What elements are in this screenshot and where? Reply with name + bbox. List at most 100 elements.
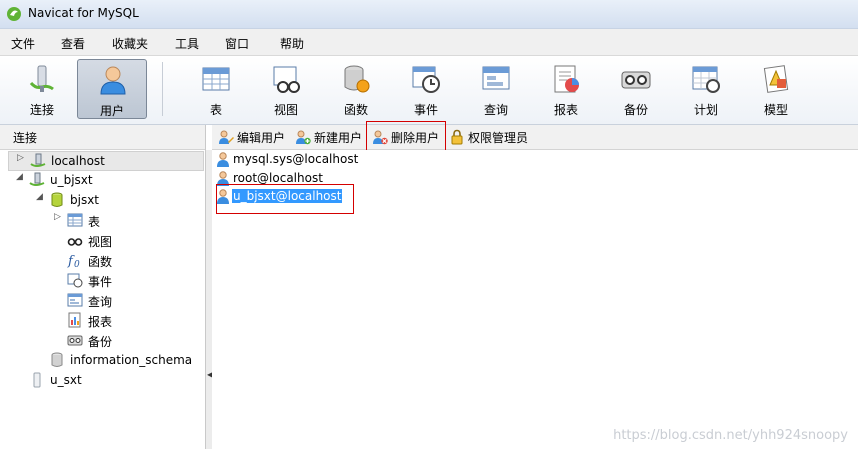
toolbar-label: 事件 (413, 103, 438, 117)
window-title: Navicat for MySQL (28, 6, 139, 20)
function-icon: f 0 (67, 254, 80, 268)
watermark: https://blog.csdn.net/yhh924snoopy (613, 428, 848, 443)
tree-item-label: 视图 (88, 235, 113, 249)
menu-view[interactable]: 查看 (61, 35, 85, 52)
user-icon (100, 66, 126, 95)
tree-item-label: 备份 (88, 335, 113, 349)
collapse-icon[interactable]: ◢ (36, 192, 43, 202)
tree-item-backups[interactable]: 备份 (46, 331, 204, 349)
menu-bar: 文件 查看 收藏夹 工具 窗口 帮助 (0, 29, 858, 56)
menu-file[interactable]: 文件 (11, 35, 35, 52)
backup-icon (67, 335, 83, 346)
toolbar-label: 函数 (343, 103, 368, 117)
toolbar-schedule-button[interactable]: 计划 (674, 59, 738, 119)
connection-open-icon (29, 172, 45, 186)
toolbar-event-button[interactable]: 事件 (394, 59, 458, 119)
tree-item-views[interactable]: 视图 (46, 231, 204, 249)
tree-item-label: localhost (51, 154, 105, 168)
report-icon (68, 312, 81, 328)
report-icon (554, 65, 579, 93)
user-name: mysql.sys@localhost (233, 152, 359, 166)
connection-icon (30, 153, 46, 167)
tree-item-label: bjsxt (70, 193, 100, 207)
tree-item-label: 表 (88, 215, 101, 229)
tree-item-events[interactable]: 事件 (46, 271, 204, 289)
tree-item-functions[interactable]: f 0 函数 (46, 251, 204, 269)
view-icon (67, 238, 83, 246)
table-icon (202, 67, 230, 91)
view-icon (273, 66, 300, 93)
tree-item-tables[interactable]: ▷ 表 (46, 211, 204, 229)
tree-item-queries[interactable]: 查询 (46, 291, 204, 309)
function-icon (344, 65, 370, 93)
toolbar-model-button[interactable]: 模型 (744, 59, 808, 119)
toolbar-separator (162, 62, 163, 116)
backup-icon (621, 71, 651, 89)
toolbar-label: 连接 (29, 103, 54, 117)
edit-user-label: 编辑用户 (237, 131, 286, 145)
menu-help[interactable]: 帮助 (280, 35, 304, 52)
tree-item-u-bjsxt[interactable]: ◢ u_bjsxt (8, 171, 204, 189)
tree-item-label: 事件 (88, 275, 113, 289)
tree-item-bjsxt[interactable]: ◢ bjsxt (28, 191, 204, 209)
toolbar-label: 表 (209, 103, 222, 117)
menu-tools[interactable]: 工具 (175, 35, 199, 52)
event-icon (412, 66, 440, 93)
database-open-icon (51, 192, 63, 207)
query-icon (67, 293, 83, 307)
toolbar-label: 备份 (623, 103, 648, 117)
expand-icon[interactable]: ▷ (17, 153, 24, 163)
schedule-icon (692, 66, 720, 93)
svg-text:0: 0 (74, 260, 80, 268)
tree-item-label: u_sxt (50, 373, 82, 387)
toolbar-view-button[interactable]: 视图 (254, 59, 318, 119)
tree-item-label: u_bjsxt (50, 173, 93, 187)
expand-icon[interactable]: ▷ (54, 212, 61, 222)
main-toolbar: 连接 用户 表 视图 函数 事件 查询 报表 备份 计划 模型 (0, 56, 858, 125)
connection-closed-icon (33, 372, 41, 388)
toolbar-label: 模型 (763, 103, 788, 117)
toolbar-label: 报表 (553, 103, 578, 117)
toolbar-function-button[interactable]: 函数 (324, 59, 388, 119)
model-icon (763, 65, 789, 93)
tree-item-reports[interactable]: 报表 (46, 311, 204, 329)
selected-user-highlight-box (216, 184, 354, 214)
menu-favorites[interactable]: 收藏夹 (112, 35, 148, 52)
navicat-logo-icon (7, 7, 21, 21)
toolbar-table-button[interactable]: 表 (184, 59, 248, 119)
edit-user-icon (219, 130, 234, 144)
database-icon (51, 352, 63, 367)
toolbar-connection-button[interactable]: 连接 (10, 59, 74, 119)
toolbar-backup-button[interactable]: 备份 (604, 59, 668, 119)
tree-item-information-schema[interactable]: information_schema (28, 351, 204, 369)
toolbar-label: 计划 (693, 103, 718, 117)
privilege-manager-label: 权限管理员 (468, 131, 529, 145)
title-bar: Navicat for MySQL (0, 0, 858, 29)
query-icon (482, 66, 510, 90)
tree-item-localhost[interactable]: ▷ localhost (8, 151, 204, 171)
tree-item-label: 报表 (88, 315, 113, 329)
tree-item-u-sxt[interactable]: u_sxt (8, 371, 204, 389)
toolbar-user-button[interactable]: 用户 (77, 59, 147, 119)
collapse-icon[interactable]: ◢ (16, 172, 23, 182)
object-toolbar: 编辑用户 新建用户 删除用户 权限管理员 (212, 125, 858, 150)
menu-window[interactable]: 窗口 (225, 35, 249, 52)
connection-icon (29, 65, 54, 92)
connection-pane-title: 连接 (13, 131, 38, 145)
lock-icon (451, 129, 463, 145)
toolbar-label: 查询 (483, 103, 508, 117)
toolbar-query-button[interactable]: 查询 (464, 59, 528, 119)
toolbar-report-button[interactable]: 报表 (534, 59, 598, 119)
toolbar-label: 视图 (273, 103, 298, 117)
user-name: root@localhost (233, 171, 323, 185)
connection-pane-header: 连接 (0, 125, 205, 150)
new-user-label: 新建用户 (314, 131, 363, 145)
table-icon (67, 213, 83, 227)
new-user-icon (296, 130, 311, 145)
toolbar-label: 用户 (99, 104, 124, 118)
tree-item-label: 查询 (88, 295, 113, 309)
tree-item-label: information_schema (70, 353, 193, 367)
user-icon (217, 152, 229, 167)
event-icon (67, 273, 83, 288)
tree-item-label: 函数 (88, 255, 113, 269)
